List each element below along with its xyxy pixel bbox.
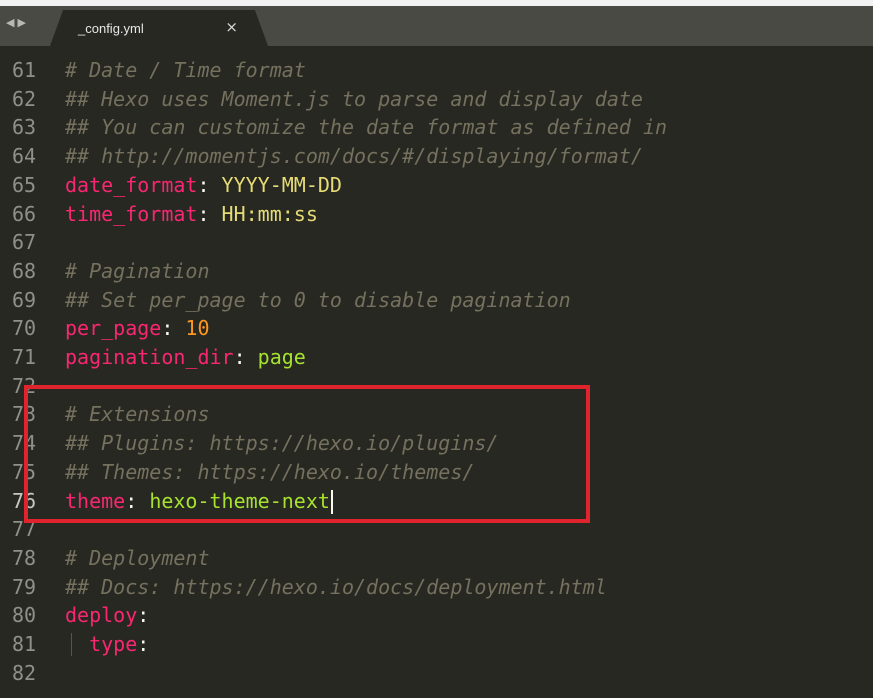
code-text: date_format: YYYY-MM-DD xyxy=(65,171,342,200)
line-number: 65 xyxy=(12,172,37,197)
token-key: deploy xyxy=(65,603,138,628)
line-number: 79 xyxy=(12,574,37,599)
code-editor[interactable]: 61 # Date / Time format 62 ## Hexo uses Mom… xyxy=(0,46,873,698)
token-str: HH:mm:ss xyxy=(221,201,318,226)
token-comment: ## Docs: https://hexo.io/docs/deployment… xyxy=(65,574,607,599)
tab-config-yml[interactable]: _config.yml × xyxy=(50,10,268,46)
token-punct: : xyxy=(197,172,222,197)
code-text: ## Hexo uses Moment.js to parse and disp… xyxy=(65,85,643,114)
chevron-right-icon[interactable]: ▶ xyxy=(17,16,28,29)
code-text: time_format: HH:mm:ss xyxy=(65,200,318,229)
token-plain: page xyxy=(257,345,306,369)
line-number: 61 xyxy=(12,58,37,82)
line-number: 80 xyxy=(12,603,37,628)
code-text: type: xyxy=(65,630,149,659)
token-comment: ## Hexo uses Moment.js to parse and disp… xyxy=(65,86,643,111)
line-number: 78 xyxy=(12,545,37,570)
token-punct: : xyxy=(161,316,186,341)
code-text: ## Docs: https://hexo.io/docs/deployment… xyxy=(65,573,607,602)
code-text: ## You can customize the date format as … xyxy=(65,113,667,142)
token-comment: ## http://momentjs.com/docs/#/displaying… xyxy=(65,144,643,169)
code-text: # Date / Time format xyxy=(65,56,306,85)
token-punct: : xyxy=(137,603,150,628)
code-text: pagination_dir: page xyxy=(65,343,306,372)
token-num: 10 xyxy=(185,316,210,341)
token-punct: : xyxy=(137,632,150,656)
tab-title: _config.yml xyxy=(78,21,144,36)
code-text: deploy: xyxy=(65,601,149,630)
line-number: 71 xyxy=(12,345,37,369)
line-number: 64 xyxy=(12,144,37,169)
code-text: per_page: 10 xyxy=(65,314,210,343)
line-number: 81 xyxy=(12,632,37,656)
token-comment: # Deployment xyxy=(65,545,210,570)
token-comment: ## You can customize the date format as … xyxy=(65,115,668,140)
line-number: 82 xyxy=(12,660,37,685)
line-number: 67 xyxy=(12,230,37,255)
close-icon[interactable]: × xyxy=(225,18,238,36)
code-text: ## http://momentjs.com/docs/#/displaying… xyxy=(65,142,643,171)
editor-window: ◀▶ _config.yml × 61 # Date / Time format 6… xyxy=(0,0,873,698)
token-key: pagination_dir xyxy=(65,345,234,369)
line-number: 69 xyxy=(12,287,37,312)
code-text: # Pagination xyxy=(65,257,210,286)
token-key: type xyxy=(65,632,138,656)
code-text: ## Set per_page to 0 to disable paginati… xyxy=(65,286,571,315)
token-comment: # Date / Time format xyxy=(65,58,306,82)
token-comment: # Pagination xyxy=(65,258,210,283)
line-number: 66 xyxy=(12,201,37,226)
code-text: # Deployment xyxy=(65,544,210,573)
token-key: date_format xyxy=(65,172,198,197)
chevron-left-icon[interactable]: ◀ xyxy=(6,16,17,29)
line-number: 70 xyxy=(12,316,37,341)
tab-nav-arrows: ◀▶ xyxy=(6,16,29,29)
line-number: 68 xyxy=(12,258,37,283)
token-comment: ## Set per_page to 0 to disable paginati… xyxy=(65,287,571,312)
tab-bar: ◀▶ _config.yml × xyxy=(0,6,873,46)
token-str: YYYY-MM-DD xyxy=(221,172,342,197)
annotation-highlight-box xyxy=(24,385,590,523)
token-punct: : xyxy=(197,201,222,226)
token-punct: : xyxy=(233,345,258,369)
token-key: per_page xyxy=(65,316,162,341)
line-number: 63 xyxy=(12,115,37,140)
line-number: 62 xyxy=(12,86,37,111)
token-key: time_format xyxy=(65,201,198,226)
